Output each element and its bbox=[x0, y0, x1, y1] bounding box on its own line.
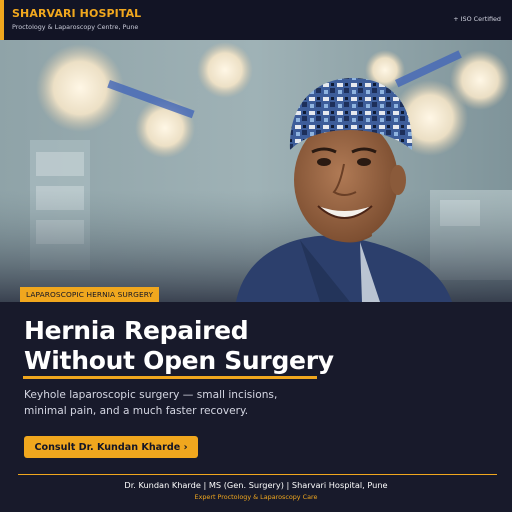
hospital-subtitle: Proctology & Laparoscopy Centre, Pune bbox=[12, 23, 139, 31]
site-header: SHARVARI HOSPITAL Proctology & Laparosco… bbox=[0, 0, 512, 41]
headline-line-1: Hernia Repaired bbox=[24, 316, 249, 345]
headline-line-2: Without Open Surgery bbox=[24, 346, 334, 375]
description: Keyhole laparoscopic surgery — small inc… bbox=[24, 387, 324, 419]
header-accent-bar bbox=[0, 0, 4, 40]
footer-divider bbox=[18, 474, 497, 475]
surgeon-photo bbox=[0, 40, 512, 302]
headline: Hernia Repaired Without Open Surgery bbox=[24, 316, 334, 376]
description-line-1: Keyhole laparoscopic surgery — small inc… bbox=[24, 389, 278, 401]
consult-button[interactable]: Consult Dr. Kundan Kharde › bbox=[24, 436, 198, 458]
doctor-credentials: Dr. Kundan Kharde | MS (Gen. Surgery) | … bbox=[124, 480, 388, 490]
iso-certified-badge: + ISO Certified bbox=[453, 15, 501, 23]
footer-tagline: Expert Proctology & Laparoscopy Care bbox=[194, 493, 318, 501]
description-line-2: minimal pain, and a much faster recovery… bbox=[24, 405, 249, 417]
procedure-tag: LAPAROSCOPIC HERNIA SURGERY bbox=[20, 287, 160, 302]
hospital-name: SHARVARI HOSPITAL bbox=[12, 7, 142, 20]
headline-underline bbox=[23, 376, 317, 379]
